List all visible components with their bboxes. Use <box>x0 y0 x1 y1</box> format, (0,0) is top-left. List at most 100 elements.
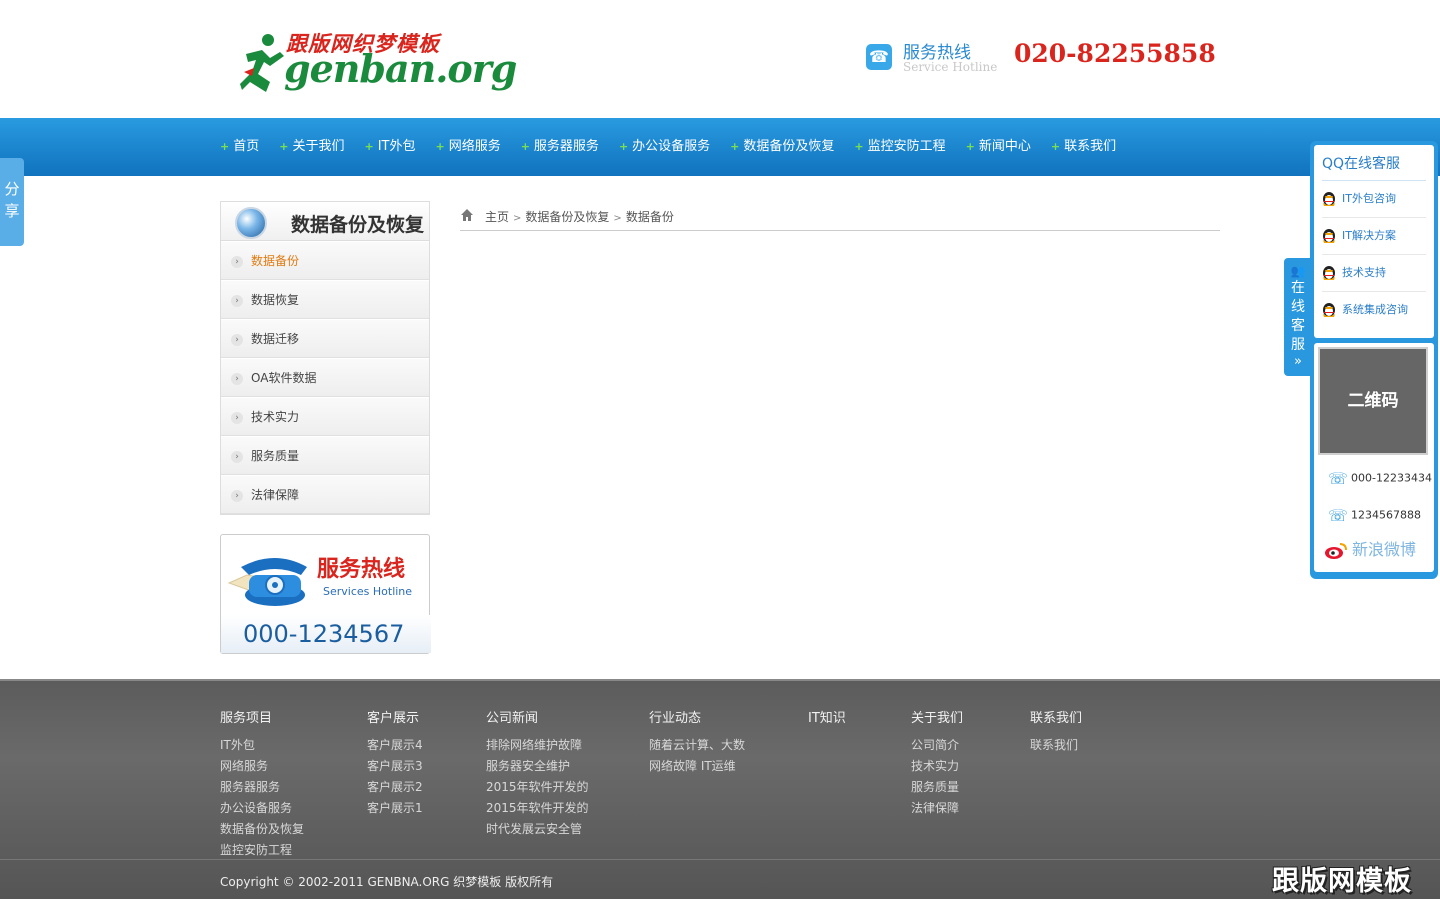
hotline-banner[interactable]: 服务热线 Services Hotline 000-1234567 <box>220 534 431 654</box>
footer-column-it-knowledge: IT知识 <box>808 707 846 735</box>
nav-item-backup[interactable]: + 数据备份及恢复 <box>730 118 834 176</box>
footer-link[interactable]: 客户展示3 <box>367 756 423 777</box>
qq-item-tech-support[interactable]: 技术支持 <box>1322 255 1426 292</box>
footer-column-heading[interactable]: 公司新闻 <box>486 707 589 726</box>
sidebar-item-label: 数据恢复 <box>251 293 300 307</box>
logo-english-text: genban.org <box>284 46 517 91</box>
nav-item-news[interactable]: + 新闻中心 <box>966 118 1031 176</box>
footer-link[interactable]: 服务器服务 <box>220 777 304 798</box>
footer-link[interactable]: 排除网络维护故障 <box>486 735 589 756</box>
online-service-char: 在 <box>1291 280 1305 296</box>
online-service-char: 线 <box>1291 299 1305 315</box>
footer-column-heading[interactable]: 客户展示 <box>367 707 423 726</box>
footer-link[interactable]: 随着云计算、大数 <box>649 735 745 756</box>
nav-item-network[interactable]: + 网络服务 <box>435 118 500 176</box>
home-icon <box>461 209 473 221</box>
plus-icon: + <box>1050 140 1061 153</box>
hotline-number: 020-82255858 <box>1014 39 1216 68</box>
sidebar-item-service-quality[interactable]: › 服务质量 <box>221 436 429 475</box>
nav-item-home[interactable]: + 首页 <box>220 118 259 176</box>
chevron-right-icon: › <box>231 489 243 502</box>
nav-label: 关于我们 <box>292 139 345 154</box>
footer-link[interactable]: 技术实力 <box>911 756 963 777</box>
watermark-text: 跟版网模板 <box>1272 866 1412 897</box>
people-icon: 👥 <box>1290 264 1306 278</box>
globe-icon <box>235 207 267 239</box>
qq-item-label: IT外包咨询 <box>1342 192 1396 205</box>
footer-column-heading[interactable]: 服务项目 <box>220 707 304 726</box>
footer-link[interactable]: 监控安防工程 <box>220 840 304 861</box>
plus-icon: + <box>364 140 374 153</box>
nav-item-office[interactable]: + 办公设备服务 <box>619 118 710 176</box>
nav-label: 服务器服务 <box>533 139 599 154</box>
footer-column-heading[interactable]: 行业动态 <box>649 707 745 726</box>
chevron-right-icon: › <box>231 411 243 424</box>
nav-item-security[interactable]: + 监控安防工程 <box>854 118 945 176</box>
breadcrumb-separator: > <box>613 213 622 224</box>
nav-item-it-outsourcing[interactable]: + IT外包 <box>364 118 415 176</box>
footer-link[interactable]: 2015年软件开发的 <box>486 777 589 798</box>
hotline-banner-subtitle: Services Hotline <box>323 585 413 598</box>
online-service-tab[interactable]: 👥 在 线 客 服 » <box>1284 258 1312 376</box>
site-footer: 服务项目 IT外包 网络服务 服务器服务 办公设备服务 数据备份及恢复 监控安防… <box>0 679 1440 899</box>
sidebar-header: 数据备份及恢复 <box>220 201 430 241</box>
footer-column-contact: 联系我们 联系我们 <box>1030 707 1082 756</box>
sidebar-item-label: OA软件数据 <box>251 371 317 385</box>
sidebar-item-data-migration[interactable]: › 数据迁移 <box>221 319 429 358</box>
breadcrumb-level1-link[interactable]: 数据备份及恢复 <box>525 210 609 224</box>
qq-item-integration[interactable]: 系统集成咨询 <box>1322 292 1426 329</box>
footer-column-about: 关于我们 公司简介 技术实力 服务质量 法律保障 <box>911 707 963 819</box>
qq-item-it-outsourcing[interactable]: IT外包咨询 <box>1322 181 1426 218</box>
footer-column-clients: 客户展示 客户展示4 客户展示3 客户展示2 客户展示1 <box>367 707 423 819</box>
footer-link[interactable]: 网络服务 <box>220 756 304 777</box>
footer-link[interactable]: 服务器安全维护 <box>486 756 589 777</box>
chevron-right-icon: › <box>231 450 243 463</box>
nav-label: 首页 <box>233 139 260 154</box>
plus-icon: + <box>965 140 975 153</box>
nav-item-contact[interactable]: + 联系我们 <box>1051 118 1116 176</box>
footer-link[interactable]: 2015年软件开发的 <box>486 798 589 819</box>
runner-logo-icon <box>240 34 284 92</box>
footer-link[interactable]: 服务质量 <box>911 777 963 798</box>
nav-label: 网络服务 <box>448 139 501 154</box>
weibo-link[interactable]: 新浪微博 <box>1324 536 1416 560</box>
nav-item-about[interactable]: + 关于我们 <box>279 118 344 176</box>
share-tab[interactable]: 分 享 <box>0 158 24 246</box>
footer-link[interactable]: 时代发展云安全管 <box>486 819 589 840</box>
footer-link[interactable]: 法律保障 <box>911 798 963 819</box>
footer-link[interactable]: 客户展示2 <box>367 777 423 798</box>
footer-column-heading[interactable]: 关于我们 <box>911 707 963 726</box>
footer-link[interactable]: 联系我们 <box>1030 735 1082 756</box>
sidebar-item-data-backup[interactable]: › 数据备份 <box>221 241 429 280</box>
phone-handset-icon: ☏ <box>1328 469 1349 488</box>
sidebar-item-tech-strength[interactable]: › 技术实力 <box>221 397 429 436</box>
site-logo[interactable]: 跟版网织梦模板 genban.org <box>240 28 517 98</box>
weibo-label: 新浪微博 <box>1352 540 1417 559</box>
footer-link[interactable]: 网络故障 IT运维 <box>649 756 745 777</box>
qq-item-label: 技术支持 <box>1342 266 1386 279</box>
footer-link[interactable]: IT外包 <box>220 735 304 756</box>
nav-label: 办公设备服务 <box>632 139 711 154</box>
nav-label: 监控安防工程 <box>867 139 946 154</box>
nav-item-server[interactable]: + 服务器服务 <box>521 118 599 176</box>
telephone-icon <box>227 558 307 606</box>
chevron-right-icon: › <box>231 294 243 307</box>
sidebar-item-legal[interactable]: › 法律保障 <box>221 475 429 514</box>
footer-column-heading[interactable]: IT知识 <box>808 707 846 726</box>
hotline-banner-number: 000-1234567 <box>221 615 431 653</box>
footer-link[interactable]: 办公设备服务 <box>220 798 304 819</box>
sidebar-item-oa-data[interactable]: › OA软件数据 <box>221 358 429 397</box>
chevron-right-icon: › <box>231 372 243 385</box>
footer-link[interactable]: 数据备份及恢复 <box>220 819 304 840</box>
hotline-subtitle: Service Hotline <box>903 60 998 74</box>
qq-item-it-solution[interactable]: IT解决方案 <box>1322 218 1426 255</box>
footer-column-services: 服务项目 IT外包 网络服务 服务器服务 办公设备服务 数据备份及恢复 监控安防… <box>220 707 304 861</box>
footer-link[interactable]: 客户展示1 <box>367 798 423 819</box>
footer-link[interactable]: 客户展示4 <box>367 735 423 756</box>
breadcrumb-home-link[interactable]: 主页 <box>485 210 509 224</box>
qq-item-label: IT解决方案 <box>1342 229 1396 242</box>
footer-column-heading[interactable]: 联系我们 <box>1030 707 1082 726</box>
footer-link[interactable]: 公司简介 <box>911 735 963 756</box>
sidebar-item-data-recovery[interactable]: › 数据恢复 <box>221 280 429 319</box>
sidebar-item-label: 数据迁移 <box>251 332 300 346</box>
